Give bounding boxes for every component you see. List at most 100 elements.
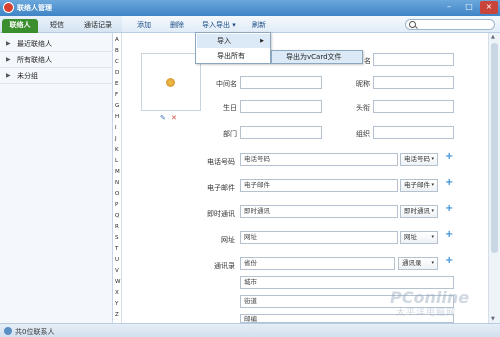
organization-field[interactable] [373, 126, 454, 139]
status-bar: 共0位联系人 [0, 323, 500, 337]
add-button[interactable]: 添加 [137, 20, 151, 30]
edit-photo-icon[interactable]: ✎ [160, 114, 166, 122]
alpha-letter[interactable]: U [115, 257, 119, 263]
alpha-letter[interactable]: I [115, 125, 117, 131]
email-field[interactable]: 电子邮件 [240, 179, 398, 192]
submenu-arrow-icon: ▶ [260, 38, 264, 44]
website-type-select[interactable]: 网址 ▾ [400, 231, 438, 244]
group-label: 所有联络人 [17, 56, 52, 64]
chevron-down-icon: ▾ [431, 156, 434, 162]
sidebar: 联络人 短信 通话记录 ▶ 最近联络人 ▶ 所有联络人 ▶ 未分组 [0, 16, 122, 323]
minimize-button[interactable]: – [440, 1, 458, 14]
tab-call-log[interactable]: 通话记录 [78, 19, 118, 33]
contacts-icon [4, 327, 12, 335]
group-item-all[interactable]: ▶ 所有联络人 [0, 52, 113, 68]
alpha-letter[interactable]: A [115, 37, 119, 43]
add-im-icon[interactable]: + [445, 203, 453, 214]
alpha-letter[interactable]: S [115, 235, 119, 241]
import-export-menu: 导入 ▶ 导出所有 [195, 32, 271, 64]
alpha-letter[interactable]: K [115, 147, 119, 153]
website-type-value: 网址 [404, 233, 417, 241]
alpha-letter[interactable]: Q [115, 213, 119, 219]
organization-label: 组织 [356, 130, 370, 138]
menu-item-import[interactable]: 导入 ▶ [197, 34, 270, 48]
chevron-down-icon: ▾ [431, 260, 434, 266]
window-title: 联络人管理 [17, 4, 52, 12]
alpha-letter[interactable]: V [115, 268, 119, 274]
alpha-letter[interactable]: D [115, 70, 119, 76]
nickname-field[interactable] [373, 76, 454, 89]
import-export-button[interactable]: 导入导出 ▾ [202, 20, 236, 30]
alpha-letter[interactable]: W [115, 279, 120, 285]
alpha-letter[interactable]: G [115, 103, 119, 109]
alpha-letter[interactable]: R [115, 224, 119, 230]
delete-photo-icon[interactable]: ✕ [171, 114, 177, 122]
name-field[interactable] [373, 53, 454, 66]
contact-photo[interactable] [141, 53, 201, 111]
alpha-letter[interactable]: M [115, 169, 120, 175]
scrollbar[interactable]: ▲ ▼ [488, 33, 500, 323]
chevron-down-icon: ▾ [431, 234, 434, 240]
email-type-value: 电子邮件 [404, 181, 430, 189]
im-label: 即时通讯 [207, 210, 235, 218]
alpha-letter[interactable]: X [115, 290, 119, 296]
add-email-icon[interactable]: + [445, 177, 453, 188]
menu-item-label: 导入 [217, 37, 231, 45]
expand-arrow-icon: ▶ [6, 56, 11, 63]
search-input[interactable] [405, 19, 495, 30]
website-field[interactable]: 网址 [240, 231, 398, 244]
toolbar: 添加 删除 导入导出 ▾ 刷新 [122, 16, 500, 33]
alpha-letter[interactable]: C [115, 59, 119, 65]
job-title-field[interactable] [373, 100, 454, 113]
scroll-down-icon[interactable]: ▼ [491, 316, 495, 322]
tab-sms[interactable]: 短信 [42, 19, 72, 33]
maximize-button[interactable]: □ [460, 1, 478, 14]
middle-name-field[interactable] [240, 76, 322, 89]
delete-button[interactable]: 删除 [170, 20, 184, 30]
alpha-letter[interactable]: N [115, 180, 119, 186]
alpha-letter[interactable]: H [115, 114, 119, 120]
phone-field[interactable]: 电话号码 [240, 153, 398, 166]
group-item-recent[interactable]: ▶ 最近联络人 [0, 36, 113, 52]
alpha-letter[interactable]: Y [115, 301, 118, 307]
add-address-icon[interactable]: + [445, 255, 453, 266]
add-website-icon[interactable]: + [445, 229, 453, 240]
address-label: 通讯录 [214, 262, 235, 270]
scrollbar-thumb[interactable] [491, 43, 498, 253]
im-type-select[interactable]: 即时通讯 ▾ [400, 205, 438, 218]
menu-item-export-vcard[interactable]: 导出为vCard文件 [271, 50, 363, 64]
tab-contacts[interactable]: 联络人 [2, 19, 38, 33]
website-label: 网址 [221, 236, 235, 244]
province-field[interactable]: 省份 [240, 257, 395, 270]
menu-item-label: 导出所有 [217, 52, 245, 60]
email-type-select[interactable]: 电子邮件 ▾ [400, 179, 438, 192]
alpha-letter[interactable]: B [115, 48, 119, 54]
birthday-field[interactable] [240, 100, 322, 113]
department-field[interactable] [240, 126, 322, 139]
alpha-letter[interactable]: T [115, 246, 118, 252]
phone-type-value: 电话号码 [404, 155, 430, 163]
alpha-letter[interactable]: O [115, 191, 119, 197]
alpha-letter[interactable]: L [115, 158, 118, 164]
import-export-label: 导入导出 [202, 21, 230, 29]
group-item-ungrouped[interactable]: ▶ 未分组 [0, 68, 113, 84]
menu-item-export-all[interactable]: 导出所有 [197, 49, 270, 63]
alpha-letter[interactable]: E [115, 81, 118, 87]
refresh-button[interactable]: 刷新 [252, 20, 266, 30]
email-label: 电子邮件 [207, 184, 235, 192]
add-phone-icon[interactable]: + [445, 151, 453, 162]
chevron-down-icon: ▾ [232, 21, 236, 29]
phone-label: 电话号码 [207, 158, 235, 166]
alpha-letter[interactable]: F [115, 92, 118, 98]
scroll-up-icon[interactable]: ▲ [491, 34, 495, 40]
address-type-select[interactable]: 通讯录 ▾ [398, 257, 438, 270]
alpha-letter[interactable]: Z [115, 312, 119, 318]
alpha-letter[interactable]: J [115, 136, 117, 142]
middle-name-label: 中间名 [216, 80, 237, 88]
im-field[interactable]: 即时通讯 [240, 205, 398, 218]
alpha-letter[interactable]: P [115, 202, 118, 208]
title-label: 头衔 [356, 104, 370, 112]
chevron-down-icon: ▾ [431, 208, 434, 214]
close-button[interactable]: × [480, 1, 498, 14]
phone-type-select[interactable]: 电话号码 ▾ [400, 153, 438, 166]
